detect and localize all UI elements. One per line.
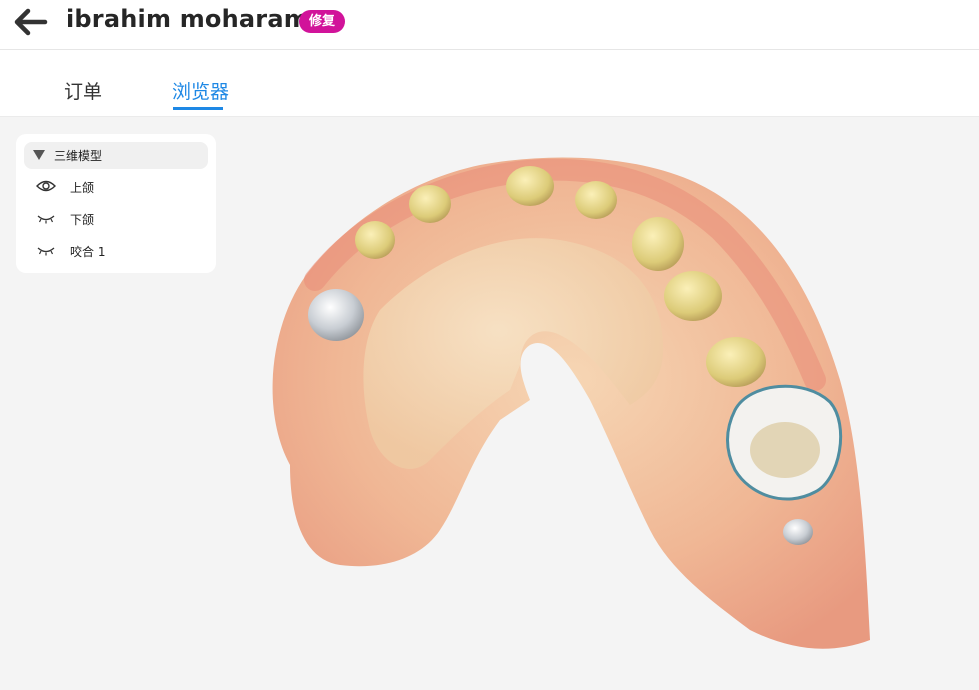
layer-item-upper-jaw[interactable]: 上颌	[24, 173, 208, 201]
upper-jaw-scan-model[interactable]	[230, 120, 979, 686]
layers-panel-title: 三维模型	[54, 149, 103, 163]
layer-item-lower-jaw[interactable]: 下颌	[24, 205, 208, 233]
eye-closed-icon[interactable]	[36, 211, 56, 225]
collapse-triangle-icon	[33, 150, 45, 160]
layer-label: 咬合 1	[70, 245, 106, 259]
top-header: ibrahim moharam 修复	[0, 0, 979, 50]
arrow-left-icon	[14, 8, 48, 36]
eye-open-icon[interactable]	[36, 179, 56, 193]
tab-orders[interactable]: 订单	[64, 77, 102, 104]
back-button[interactable]	[14, 8, 48, 36]
layer-label: 上颌	[70, 181, 95, 195]
eye-closed-icon[interactable]	[36, 243, 56, 257]
tab-bar: 订单 浏览器	[0, 50, 979, 117]
layer-label: 下颌	[70, 213, 95, 227]
patient-name: ibrahim moharam	[66, 5, 309, 33]
active-tab-indicator	[173, 107, 223, 110]
3d-model-viewport[interactable]	[230, 120, 979, 686]
case-type-badge: 修复	[299, 10, 346, 33]
tab-viewer[interactable]: 浏览器	[172, 77, 229, 104]
model-layers-panel: 三维模型 上颌 下颌 咬合 1	[16, 134, 216, 273]
layer-item-bite[interactable]: 咬合 1	[24, 237, 208, 265]
layers-panel-header[interactable]: 三维模型	[24, 142, 208, 169]
